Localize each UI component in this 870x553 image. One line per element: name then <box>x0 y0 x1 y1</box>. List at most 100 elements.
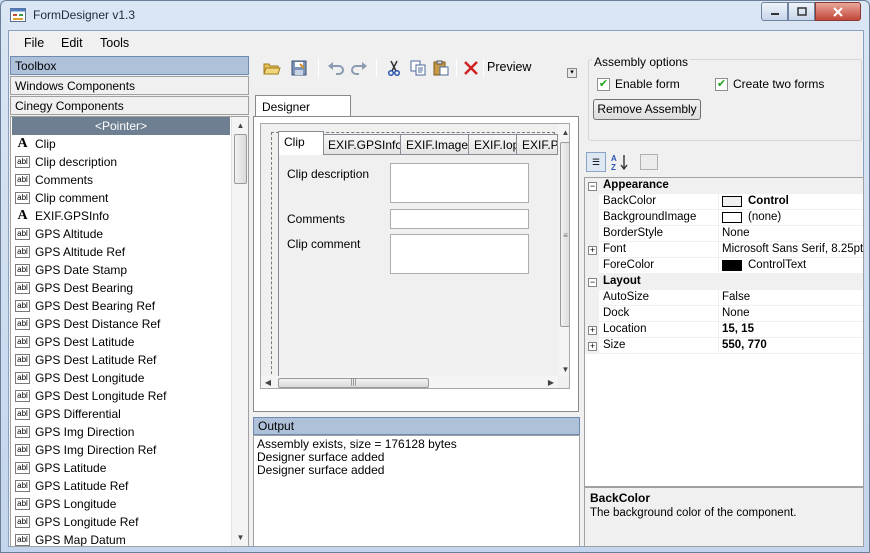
property-value[interactable]: 550, 770 <box>722 339 767 351</box>
property-value[interactable]: None <box>722 227 750 239</box>
delete-button[interactable] <box>462 59 480 77</box>
toolbox-item[interactable]: abl GPS Img Direction Ref <box>12 441 230 459</box>
toolbox-item[interactable]: A EXIF.GPSInfo <box>12 207 230 225</box>
expand-icon[interactable]: + <box>588 246 597 255</box>
cinegy-components-header[interactable]: Cinegy Components <box>10 96 249 115</box>
toolbox-item[interactable]: abl GPS Map Datum <box>12 531 230 546</box>
toolbox-item[interactable]: abl GPS Img Direction <box>12 423 230 441</box>
property-value[interactable]: Control <box>748 195 789 207</box>
toolbox-item[interactable]: abl Clip description <box>12 153 230 171</box>
property-row[interactable]: Dock None <box>585 306 863 322</box>
toolbox-item[interactable]: abl Clip comment <box>12 189 230 207</box>
clip-comment-field[interactable] <box>390 234 529 274</box>
toolbox-item[interactable]: abl GPS Latitude <box>12 459 230 477</box>
toolbox-item[interactable]: abl GPS Dest Longitude <box>12 369 230 387</box>
copy-button[interactable] <box>409 59 427 77</box>
toolbox-item[interactable]: abl GPS Altitude Ref <box>12 243 230 261</box>
scroll-left-arrow-icon[interactable]: ◀ <box>261 374 275 388</box>
property-row[interactable]: + Font Microsoft Sans Serif, 8.25pt <box>585 242 863 258</box>
scroll-thumb[interactable]: ||| <box>278 378 429 388</box>
enable-form-checkbox[interactable]: ✔ <box>597 78 610 91</box>
cut-button[interactable] <box>385 59 403 77</box>
menu-edit[interactable]: Edit <box>61 36 83 50</box>
alphabetical-sort-icon[interactable]: AZ <box>610 153 630 172</box>
property-value[interactable]: Microsoft Sans Serif, 8.25pt <box>722 243 863 255</box>
scroll-up-arrow-icon[interactable]: ▲ <box>232 117 248 134</box>
toolbox-scrollbar[interactable]: ▲ ▼ <box>231 117 248 546</box>
toolbox-item[interactable]: abl GPS Dest Bearing Ref <box>12 297 230 315</box>
design-horizontal-scrollbar[interactable]: ◀ ||| ▶ <box>261 374 558 388</box>
property-value[interactable]: ControlText <box>748 259 806 271</box>
toolbox-item[interactable]: abl Comments <box>12 171 230 189</box>
expand-icon[interactable]: + <box>588 326 597 335</box>
undo-button[interactable] <box>327 59 345 77</box>
toolbox-item[interactable]: A Clip <box>12 135 230 153</box>
toolbox-item[interactable]: abl GPS Longitude <box>12 495 230 513</box>
property-pages-icon[interactable] <box>640 154 658 170</box>
tab-designer-surface[interactable]: Designer Surface <box>255 95 351 128</box>
scroll-thumb[interactable]: ≡ <box>560 142 569 327</box>
property-row[interactable]: ForeColor ControlText <box>585 258 863 274</box>
toolbox-item[interactable]: abl GPS Dest Latitude <box>12 333 230 351</box>
property-row[interactable]: AutoSize False <box>585 290 863 306</box>
toolbar-overflow-icon[interactable]: ▾ <box>567 68 577 78</box>
property-value[interactable]: False <box>722 291 750 303</box>
create-two-forms-label[interactable]: Create two forms <box>733 77 824 91</box>
redo-button[interactable] <box>350 59 368 77</box>
property-category[interactable]: − Layout <box>585 274 863 290</box>
comments-field[interactable] <box>390 209 529 229</box>
toolbox-item[interactable]: abl GPS Differential <box>12 405 230 423</box>
form-tab[interactable]: EXIF.Photo <box>516 134 558 155</box>
collapse-icon[interactable]: − <box>588 182 597 191</box>
menu-file[interactable]: File <box>24 36 44 50</box>
minimize-button[interactable] <box>761 2 788 21</box>
collapse-icon[interactable]: − <box>588 278 597 287</box>
clip-description-field[interactable] <box>390 163 529 203</box>
property-value[interactable]: 15, 15 <box>722 323 754 335</box>
property-value[interactable]: None <box>722 307 750 319</box>
toolbox-item[interactable]: abl GPS Dest Latitude Ref <box>12 351 230 369</box>
toolbox-item[interactable]: abl GPS Date Stamp <box>12 261 230 279</box>
toolbox-item[interactable]: abl GPS Altitude <box>12 225 230 243</box>
windows-components-header[interactable]: Windows Components <box>10 76 249 95</box>
save-button[interactable] <box>290 59 308 77</box>
toolbox-item[interactable]: abl GPS Longitude Ref <box>12 513 230 531</box>
form-tab[interactable]: Clip <box>278 131 324 155</box>
property-category[interactable]: − Appearance <box>585 178 863 194</box>
output-log[interactable]: Assembly exists, size = 176128 bytes Des… <box>253 435 580 547</box>
toolbox-item[interactable]: abl GPS Dest Longitude Ref <box>12 387 230 405</box>
scroll-right-arrow-icon[interactable]: ▶ <box>544 374 558 388</box>
menu-tools[interactable]: Tools <box>100 36 129 50</box>
scroll-down-arrow-icon[interactable]: ▼ <box>232 529 248 546</box>
remove-assembly-button[interactable]: Remove Assembly <box>593 99 701 120</box>
property-row[interactable]: BackColor Control <box>585 194 863 210</box>
expand-icon[interactable]: + <box>588 342 597 351</box>
form-tab[interactable]: EXIF.Image <box>400 134 470 155</box>
maximize-button[interactable] <box>788 2 815 21</box>
scroll-down-arrow-icon[interactable]: ▼ <box>558 361 569 378</box>
categorized-view-icon[interactable]: ☰ <box>586 152 606 172</box>
property-row[interactable]: BackgroundImage (none) <box>585 210 863 226</box>
property-row[interactable]: + Location 15, 15 <box>585 322 863 338</box>
toolbox-item[interactable]: abl GPS Dest Distance Ref <box>12 315 230 333</box>
toolbox-item[interactable]: <Pointer> <box>12 117 230 135</box>
property-row[interactable]: BorderStyle None <box>585 226 863 242</box>
scroll-thumb[interactable] <box>234 134 247 184</box>
design-vertical-scrollbar[interactable]: ▲ ≡ ▼ <box>558 124 569 378</box>
enable-form-label[interactable]: Enable form <box>615 77 680 91</box>
toolbox-item[interactable]: abl GPS Latitude Ref <box>12 477 230 495</box>
toolbox-item[interactable]: abl GPS Dest Bearing <box>12 279 230 297</box>
form-tab[interactable]: EXIF.Iop <box>468 134 518 155</box>
preview-button[interactable]: Preview <box>487 60 531 74</box>
property-row[interactable]: + Size 550, 770 <box>585 338 863 354</box>
property-value[interactable]: (none) <box>748 211 781 223</box>
form-tab[interactable]: EXIF.GPSInfo <box>322 134 402 155</box>
close-button[interactable] <box>815 2 861 21</box>
scroll-up-arrow-icon[interactable]: ▲ <box>558 124 569 141</box>
title-bar[interactable]: FormDesigner v1.3 <box>1 1 869 29</box>
open-button[interactable] <box>263 59 281 77</box>
toolbox-header[interactable]: Toolbox <box>10 56 249 75</box>
create-two-forms-checkbox[interactable]: ✔ <box>715 78 728 91</box>
paste-button[interactable] <box>432 59 450 77</box>
toolbox-item-label: GPS Altitude <box>35 227 104 241</box>
